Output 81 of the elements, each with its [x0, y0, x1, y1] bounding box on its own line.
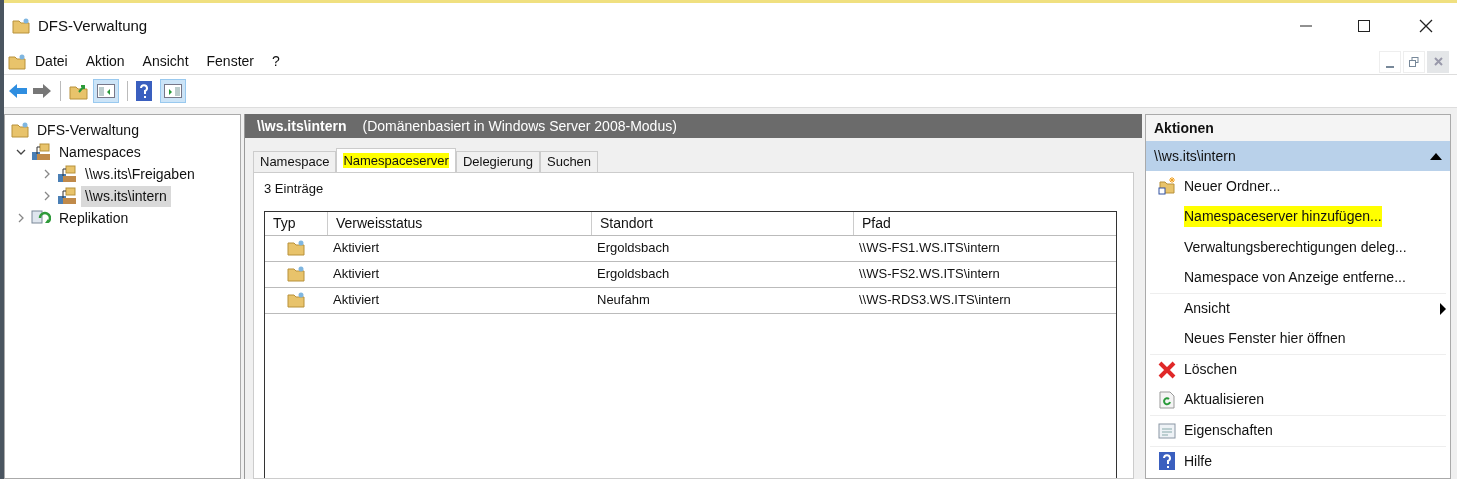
- close-icon: [1433, 57, 1443, 66]
- tree-item[interactable]: \\ws.its\intern: [81, 185, 171, 207]
- minimize-button[interactable]: [1379, 50, 1401, 73]
- minimize-icon: [1386, 65, 1394, 68]
- tab[interactable]: Namespaceserver: [336, 148, 456, 172]
- app-icon: [12, 18, 30, 34]
- action-item[interactable]: Namespace von Anzeige entferne...: [1184, 267, 1406, 289]
- table-cell-text: Aktiviert: [332, 291, 381, 310]
- namespace-icon: [57, 165, 77, 183]
- column-header[interactable]: Verweisstatus: [327, 211, 591, 235]
- header-subtitle: (Domänenbasiert in Windows Server 2008-Modus): [362, 116, 677, 136]
- folder-up-icon[interactable]: [69, 82, 89, 100]
- minimize-icon: [1300, 25, 1312, 27]
- tab[interactable]: Namespace: [253, 151, 337, 172]
- table-cell-text: \\WS-FS2.WS.ITS\intern: [858, 265, 1001, 284]
- tree-item[interactable]: Replikation: [55, 207, 133, 229]
- restore-button[interactable]: [1403, 50, 1425, 73]
- restore-icon: [1409, 56, 1419, 67]
- properties-icon: [1158, 421, 1176, 440]
- chevron-right-icon[interactable]: [42, 169, 52, 179]
- chevron-right-icon[interactable]: [16, 213, 26, 223]
- column-header[interactable]: Pfad: [853, 211, 1116, 235]
- pane-icon: [164, 84, 182, 98]
- tree-item[interactable]: Namespaces: [55, 141, 145, 163]
- action-item[interactable]: Hilfe: [1184, 450, 1212, 472]
- action-item[interactable]: Neues Fenster hier öffnen: [1184, 328, 1346, 350]
- table-cell-text: Aktiviert: [332, 239, 381, 258]
- forward-arrow-icon[interactable]: [32, 83, 52, 99]
- action-item[interactable]: Neuer Ordner...: [1184, 175, 1281, 197]
- column-header[interactable]: Standort: [591, 211, 853, 235]
- action-item[interactable]: Löschen: [1184, 359, 1237, 381]
- tab[interactable]: Suchen: [540, 151, 599, 172]
- action-item[interactable]: Namespaceserver hinzufügen...: [1184, 206, 1382, 228]
- pane-icon: [97, 84, 115, 98]
- header-title: \\ws.its\intern: [257, 116, 347, 136]
- menu-item[interactable]: ?: [263, 51, 289, 72]
- table-cell-text: \\WS-RDS3.WS.ITS\intern: [858, 291, 1012, 310]
- table-cell-text: Ergoldsbach: [596, 265, 671, 284]
- chevron-right-icon[interactable]: [42, 191, 52, 201]
- chevron-down-icon[interactable]: [16, 147, 26, 157]
- close-icon: [1419, 19, 1433, 33]
- menu-item[interactable]: Ansicht: [133, 51, 198, 72]
- table-cell-text: \\WS-FS1.WS.ITS\intern: [858, 239, 1001, 258]
- close-button[interactable]: [1427, 50, 1449, 73]
- tree-item[interactable]: DFS-Verwaltung: [33, 119, 143, 141]
- show-actions-toggle[interactable]: [160, 79, 186, 103]
- table-cell-text: Ergoldsbach: [596, 239, 671, 258]
- namespace-icon: [57, 187, 77, 205]
- entry-count: 3 Einträge: [264, 180, 325, 198]
- tab[interactable]: Delegierung: [455, 151, 540, 172]
- show-tree-toggle[interactable]: [93, 79, 119, 103]
- replication-icon: [31, 209, 51, 227]
- table-cell-text: Aktiviert: [332, 265, 381, 284]
- menu-item[interactable]: Fenster: [197, 51, 263, 72]
- new-folder-icon: [1158, 177, 1176, 196]
- delete-icon: [1158, 360, 1176, 379]
- tree-item[interactable]: \\ws.its\Freigaben: [81, 163, 199, 185]
- shared-folder-icon: [287, 266, 305, 282]
- table-cell-text: Neufahm: [596, 291, 651, 310]
- back-arrow-icon[interactable]: [8, 83, 28, 99]
- shared-folder-icon: [287, 292, 305, 308]
- collapse-arrow-icon[interactable]: [1430, 152, 1442, 160]
- help-icon[interactable]: [136, 81, 152, 101]
- help-icon: [1159, 452, 1175, 471]
- folders-icon: [11, 122, 29, 138]
- action-item[interactable]: Eigenschaften: [1184, 420, 1273, 442]
- action-item[interactable]: Verwaltungsberechtigungen deleg...: [1184, 236, 1407, 258]
- refresh-icon: [1159, 390, 1175, 409]
- actions-title: Aktionen: [1146, 115, 1450, 141]
- submenu-arrow-icon: [1440, 302, 1446, 315]
- shared-folder-icon: [287, 240, 305, 256]
- action-item[interactable]: Aktualisieren: [1184, 389, 1265, 411]
- actions-section-header[interactable]: \\ws.its\intern: [1146, 141, 1450, 171]
- menu-app-icon: [8, 53, 26, 70]
- column-header[interactable]: Typ: [265, 211, 327, 235]
- menu-item[interactable]: Aktion: [76, 51, 134, 72]
- window-title: DFS-Verwaltung: [38, 15, 148, 36]
- namespace-icon: [31, 143, 51, 161]
- action-item[interactable]: Ansicht: [1184, 298, 1230, 320]
- menu-item[interactable]: Datei: [26, 51, 77, 72]
- maximize-icon: [1358, 20, 1370, 32]
